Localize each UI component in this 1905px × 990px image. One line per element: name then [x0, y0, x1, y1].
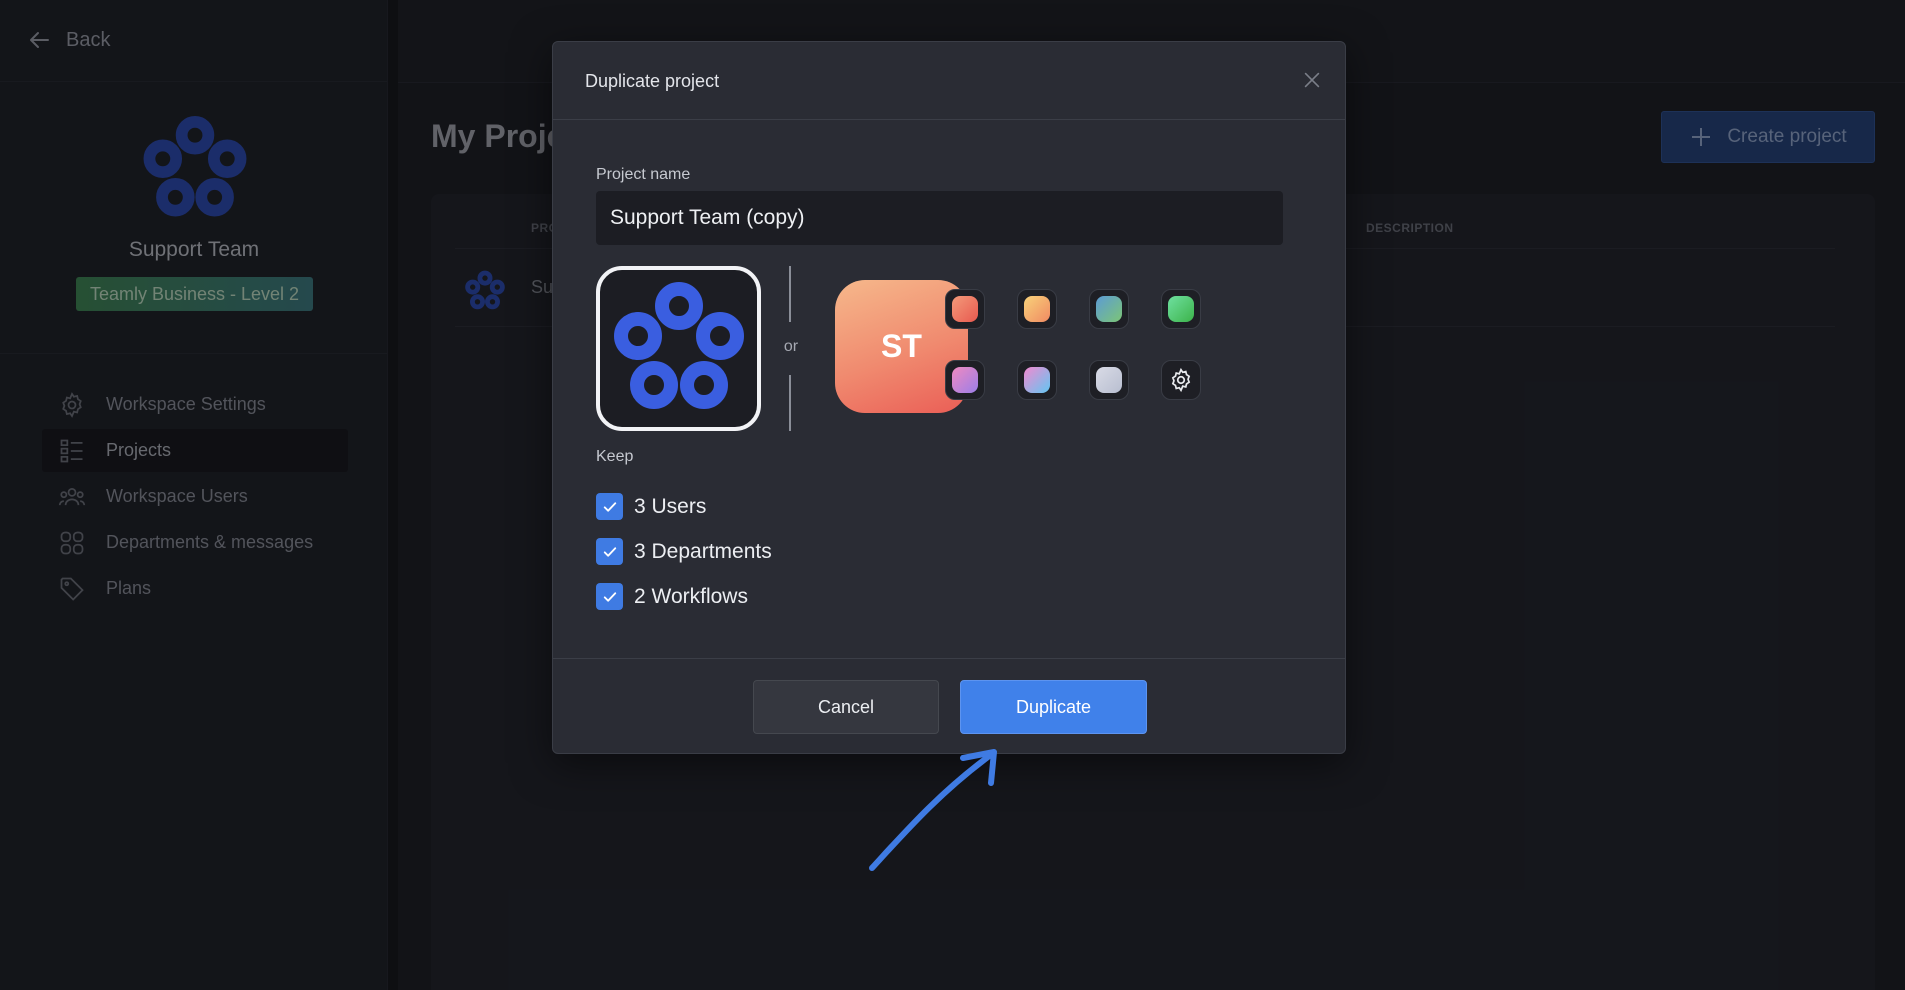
checkbox[interactable] [596, 538, 623, 565]
color-swatch[interactable] [1017, 289, 1057, 329]
keep-workflows-checkbox[interactable]: 2 Workflows [596, 583, 748, 610]
divider [553, 658, 1345, 659]
keep-departments-checkbox[interactable]: 3 Departments [596, 538, 772, 565]
check-icon [603, 501, 616, 512]
logo-option-image[interactable] [596, 266, 761, 431]
checkbox-label: 2 Workflows [634, 584, 748, 608]
color-swatch[interactable] [1089, 360, 1129, 400]
project-name-input[interactable] [596, 191, 1283, 245]
swatch-color [1096, 296, 1122, 322]
annotation-arrow-icon [869, 749, 997, 871]
cancel-button[interactable]: Cancel [753, 680, 939, 734]
color-swatch[interactable] [945, 289, 985, 329]
color-swatch[interactable] [1017, 360, 1057, 400]
checkbox[interactable] [596, 583, 623, 610]
swatch-color [1168, 296, 1194, 322]
custom-color-button[interactable] [1161, 360, 1201, 400]
checkbox-label: 3 Users [634, 494, 707, 518]
keep-label: Keep [596, 448, 634, 465]
or-label: or [783, 338, 799, 355]
or-divider [789, 266, 791, 322]
swatch-color [952, 296, 978, 322]
close-icon [1304, 72, 1320, 88]
dialog-title: Duplicate project [585, 71, 720, 91]
keep-users-checkbox[interactable]: 3 Users [596, 493, 706, 520]
dialog-header: Duplicate project [553, 42, 1345, 120]
swatch-color [1096, 367, 1122, 393]
duplicate-button[interactable]: Duplicate [960, 680, 1147, 734]
project-logo-icon [613, 281, 744, 409]
duplicate-project-dialog: Duplicate project Project name or ST Kee… [552, 41, 1346, 754]
check-icon [603, 546, 616, 557]
swatch-color [1024, 296, 1050, 322]
checkbox-label: 3 Departments [634, 539, 772, 563]
color-swatch[interactable] [945, 360, 985, 400]
color-swatch[interactable] [1089, 289, 1129, 329]
or-divider [789, 375, 791, 431]
settings-gear-icon [1171, 367, 1191, 393]
check-icon [603, 591, 616, 602]
project-name-label: Project name [596, 166, 691, 183]
close-button[interactable] [1301, 69, 1323, 91]
swatch-color [1024, 367, 1050, 393]
swatch-color [952, 367, 978, 393]
checkbox[interactable] [596, 493, 623, 520]
color-swatch[interactable] [1161, 289, 1201, 329]
